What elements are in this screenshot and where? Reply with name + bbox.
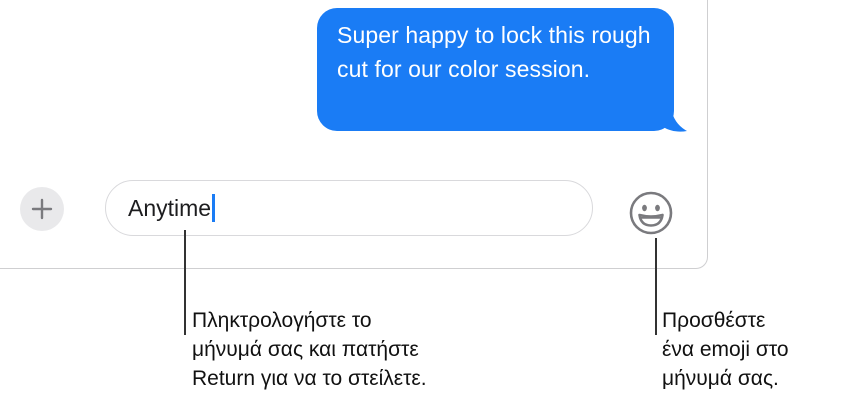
callout-emoji-button: Προσθέστε ένα emoji στο μήνυμά σας. [662,309,789,390]
emoji-button[interactable] [627,189,675,237]
message-input-text[interactable]: Anytime [128,194,216,222]
sent-message-text: Super happy to lock this rough cut for o… [337,22,651,82]
callout-line-message-field [184,230,186,335]
bubble-tail [656,104,687,132]
message-input-field[interactable]: Anytime [105,180,593,236]
sent-message-bubble[interactable]: Super happy to lock this rough cut for o… [317,8,674,131]
smiley-face-icon [629,191,673,235]
text-cursor [212,194,216,222]
callout-line-emoji-button [655,238,657,335]
plus-icon [31,198,53,220]
callout-message-field: Πληκτρολογήστε το μήνυμά σας και πατήστε… [192,309,427,390]
add-attachment-button[interactable] [20,187,64,231]
